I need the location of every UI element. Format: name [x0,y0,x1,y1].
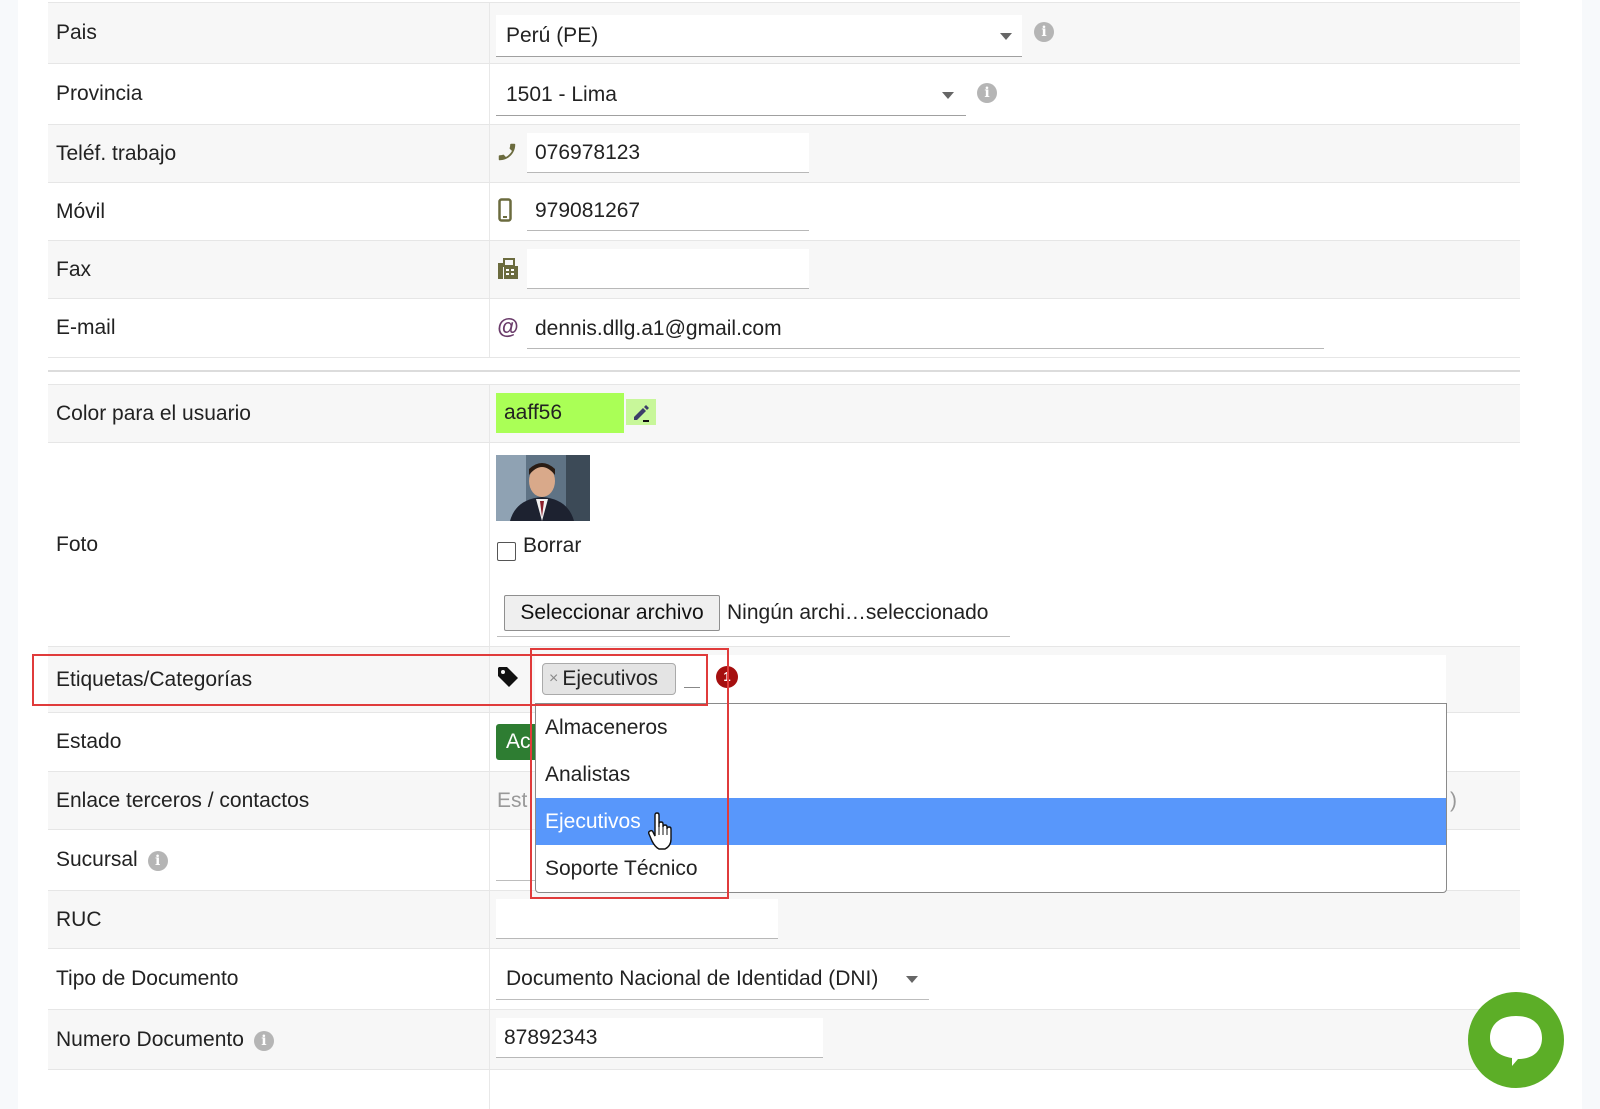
pencil-icon[interactable] [626,399,656,425]
chat-widget-button[interactable] [1468,992,1564,1088]
info-icon[interactable]: i [1034,22,1054,42]
tipo-documento-value: Documento Nacional de Identidad (DNI) [506,966,879,990]
row-color-usuario: Color para el usuario aaff56 [48,384,1520,442]
numero-documento-value: 87892343 [504,1025,598,1049]
chevron-down-icon [942,92,954,99]
ruc-input[interactable] [496,899,778,939]
provincia-select-value: 1501 - Lima [506,82,617,106]
enlace-terceros-trailing: ) [1450,789,1457,812]
fax-label: Fax [56,257,92,281]
info-icon[interactable]: i [147,851,168,871]
sucursal-label-group: Sucursal i [56,830,168,890]
pais-select-value: Perú (PE) [506,23,599,47]
telefono-trabajo-input[interactable]: 076978123 [527,133,809,173]
info-icon[interactable]: i [977,83,997,103]
row-foto: Foto Borrar Seleccionar archivo Ningún a… [48,442,1520,646]
email-input[interactable]: dennis.dllg.a1@gmail.com [527,309,1324,349]
borrar-checkbox[interactable] [497,542,516,561]
chat-icon [1490,1016,1542,1066]
estado-button-label: Ac [506,730,531,753]
provincia-select[interactable]: 1501 - Lima [496,74,966,116]
contact-form-table: Pais Perú (PE) i Provincia 1501 - Lima i… [48,0,1520,1109]
movil-label: Móvil [56,199,106,223]
numero-documento-label: Numero Documento [56,1027,244,1051]
info-icon[interactable]: i [253,1030,274,1051]
color-usuario-label: Color para el usuario [56,401,251,425]
phone-icon [496,139,518,165]
file-status-text: Ningún archi…seleccionado [727,601,989,624]
email-label: E-mail [56,316,116,339]
numero-documento-input[interactable]: 87892343 [496,1018,823,1058]
sucursal-label: Sucursal [56,848,138,871]
color-usuario-value: aaff56 [504,401,563,424]
fax-input[interactable] [527,249,809,289]
ruc-label: RUC [56,907,102,931]
row-telefono-trabajo: Teléf. trabajo 076978123 [48,124,1520,182]
mobile-icon [496,197,514,223]
movil-input[interactable]: 979081267 [527,191,809,231]
borrar-label: Borrar [523,534,582,557]
pais-select[interactable]: Perú (PE) [496,15,1022,57]
row-tipo-documento: Tipo de Documento Documento Nacional de … [48,948,1520,1009]
row-fax: Fax [48,240,1520,298]
left-margin [0,0,18,1109]
movil-value: 979081267 [535,198,641,222]
telefono-trabajo-value: 076978123 [535,140,641,164]
enlace-terceros-label: Enlace terceros / contactos [56,788,310,812]
at-icon: @ [497,314,519,339]
row-ruc: RUC [48,890,1520,948]
tipo-documento-label: Tipo de Documento [56,967,239,990]
telefono-trabajo-label: Teléf. trabajo [56,141,177,165]
enlace-terceros-text: Est [497,789,528,812]
fax-icon [496,257,520,281]
file-input-underline [497,636,1010,637]
row-next-partial [48,1069,1520,1109]
profile-photo [496,455,590,521]
pais-label: Pais [56,21,97,44]
row-provincia: Provincia 1501 - Lima i [48,63,1520,124]
right-margin [1582,0,1600,1109]
tipo-documento-select[interactable]: Documento Nacional de Identidad (DNI) [496,958,929,1000]
row-email: E-mail @ dennis.dllg.a1@gmail.com [48,298,1520,358]
chevron-down-icon [906,976,918,983]
chevron-down-icon [1000,33,1012,40]
estado-label: Estado [56,730,122,753]
row-numero-documento: Numero Documento i 87892343 [48,1009,1520,1069]
provincia-label: Provincia [56,82,143,105]
annotation-box-options [530,648,729,899]
color-usuario-input[interactable]: aaff56 [496,393,624,433]
email-value: dennis.dllg.a1@gmail.com [535,316,782,340]
section-divider [48,370,1520,372]
foto-label: Foto [56,532,99,556]
select-file-button[interactable]: Seleccionar archivo [504,595,720,631]
numero-documento-label-group: Numero Documento i [56,1010,274,1069]
row-movil: Móvil 979081267 [48,182,1520,240]
row-pais: Pais Perú (PE) i [48,2,1520,63]
